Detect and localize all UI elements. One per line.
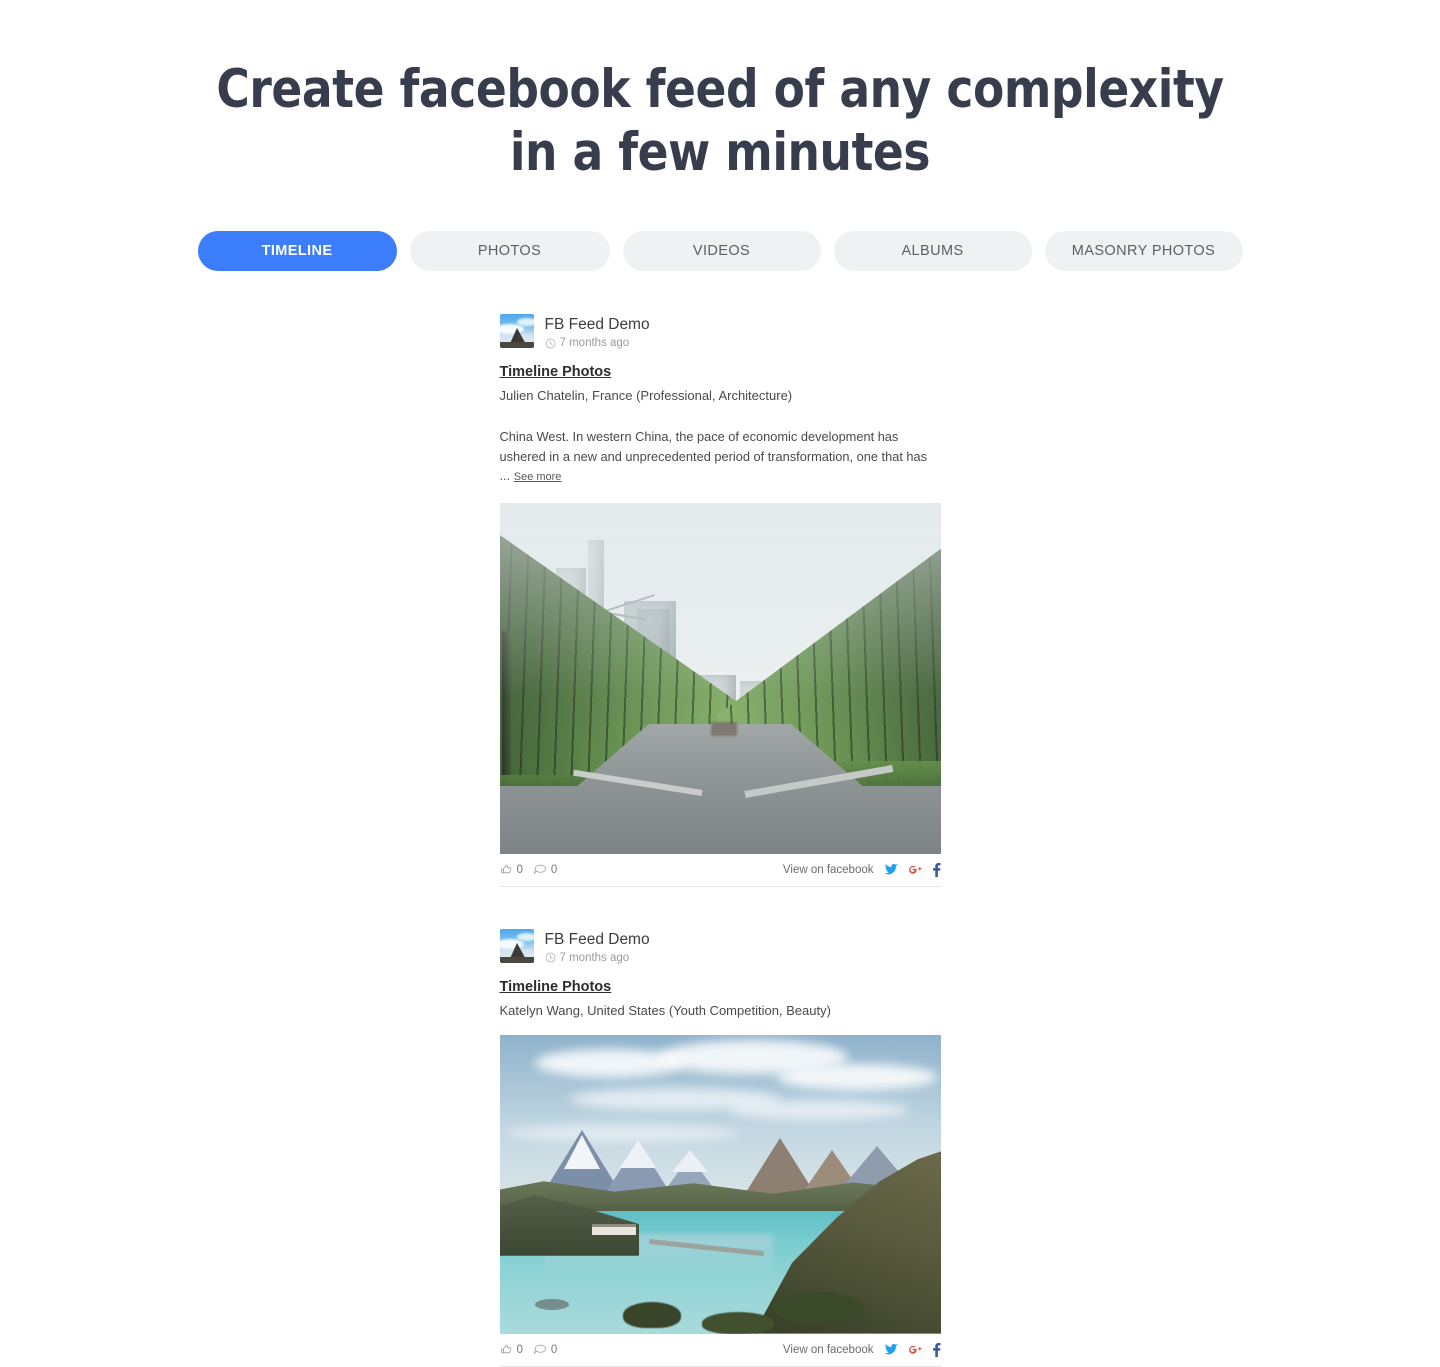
- post-subtitle: Katelyn Wang, United States (Youth Compe…: [499, 1002, 831, 1018]
- avatar-ground-shape: [499, 342, 534, 348]
- avatar[interactable]: [499, 314, 534, 348]
- comment-icon: [533, 1344, 546, 1354]
- tab-bar: TIMELINE PHOTOS VIDEOS ALBUMS MASONRY PH…: [0, 231, 1440, 271]
- image-rock: [534, 1298, 569, 1310]
- like-count: 0: [516, 863, 523, 876]
- post-title[interactable]: Timeline Photos: [500, 364, 612, 380]
- post-stats: 0 0: [500, 863, 557, 876]
- post-footer: 0 0 View on facebook: [499, 854, 941, 887]
- image-snow-cap: [619, 1139, 656, 1168]
- comment-count: 0: [550, 863, 558, 876]
- comment-stat[interactable]: 0: [533, 863, 557, 876]
- comment-stat[interactable]: 0: [533, 1343, 557, 1356]
- post-share-bar: View on facebook: [783, 862, 941, 877]
- facebook-icon[interactable]: [932, 1342, 941, 1357]
- image-snow-cap: [671, 1150, 708, 1173]
- view-on-facebook-link[interactable]: View on facebook: [783, 864, 874, 876]
- post-meta: FB Feed Demo 7 months ago: [545, 314, 650, 349]
- page-title: Create facebook feed of any complexity i…: [101, 0, 1339, 184]
- page-title-line-1: Create facebook feed of any complexity: [216, 59, 1224, 120]
- clock-icon: [545, 338, 555, 348]
- image-shrub: [622, 1301, 681, 1328]
- feed-post: FB Feed Demo 7 months ago Timeline Photo…: [499, 306, 941, 921]
- twitter-icon[interactable]: [883, 863, 899, 876]
- image-shrub: [702, 1311, 775, 1334]
- post-author[interactable]: FB Feed Demo: [545, 930, 650, 949]
- page-root: Create facebook feed of any complexity i…: [0, 0, 1440, 1367]
- feed-list: FB Feed Demo 7 months ago Timeline Photo…: [499, 306, 941, 1367]
- avatar-cloud-shape: [516, 932, 534, 941]
- avatar-cloud-shape: [516, 318, 534, 326]
- tab-timeline[interactable]: TIMELINE: [197, 231, 397, 271]
- tab-photos[interactable]: PHOTOS: [409, 231, 610, 271]
- post-share-bar: View on facebook: [783, 1342, 941, 1357]
- comment-icon: [533, 864, 546, 874]
- page-title-line-2: in a few minutes: [509, 122, 931, 183]
- post-subtitle: Julien Chatelin, France (Professional, A…: [499, 388, 793, 403]
- post-title[interactable]: Timeline Photos: [500, 979, 612, 995]
- post-header: FB Feed Demo 7 months ago: [499, 306, 941, 349]
- image-snow-cap: [563, 1135, 600, 1170]
- like-stat[interactable]: 0: [500, 1343, 523, 1356]
- like-icon: [500, 1344, 511, 1354]
- image-lodge: [592, 1223, 637, 1235]
- feed-post: FB Feed Demo 7 months ago Timeline Photo…: [499, 921, 941, 1367]
- post-meta: FB Feed Demo 7 months ago: [545, 929, 650, 964]
- post-image-artwork: [499, 502, 941, 854]
- comment-count: 0: [550, 1343, 558, 1356]
- post-body-text: China West. In western China, the pace o…: [499, 429, 928, 483]
- image-haze-overlay: [499, 502, 941, 854]
- post-timestamp-label: 7 months ago: [559, 337, 630, 349]
- avatar[interactable]: [499, 928, 534, 963]
- post-stats: 0 0: [500, 1343, 557, 1356]
- post-timestamp: 7 months ago: [545, 952, 650, 964]
- post-image-artwork: [499, 1034, 941, 1334]
- clock-icon: [545, 952, 555, 963]
- post-image[interactable]: [499, 502, 941, 854]
- like-count: 0: [516, 1343, 523, 1356]
- post-body: China West. In western China, the pace o…: [500, 427, 941, 488]
- post-footer: 0 0 View on facebook: [499, 1334, 941, 1367]
- google-plus-icon[interactable]: [908, 863, 923, 876]
- like-icon: [500, 864, 511, 874]
- view-on-facebook-link[interactable]: View on facebook: [783, 1344, 874, 1356]
- post-timestamp: 7 months ago: [545, 337, 650, 349]
- twitter-icon[interactable]: [883, 1343, 899, 1356]
- tab-videos[interactable]: VIDEOS: [622, 231, 821, 271]
- google-plus-icon[interactable]: [908, 1343, 923, 1356]
- post-image[interactable]: [499, 1034, 941, 1334]
- image-shrub: [772, 1291, 863, 1322]
- post-spacer: [500, 887, 941, 921]
- post-author[interactable]: FB Feed Demo: [545, 315, 650, 334]
- tab-albums[interactable]: ALBUMS: [833, 231, 1032, 271]
- tab-masonry-photos[interactable]: MASONRY PHOTOS: [1044, 231, 1243, 271]
- avatar-ground-shape: [499, 956, 534, 963]
- facebook-icon[interactable]: [932, 862, 941, 877]
- post-header: FB Feed Demo 7 months ago: [499, 921, 941, 964]
- see-more-link[interactable]: See more: [514, 471, 562, 483]
- post-timestamp-label: 7 months ago: [559, 951, 630, 964]
- like-stat[interactable]: 0: [500, 863, 523, 876]
